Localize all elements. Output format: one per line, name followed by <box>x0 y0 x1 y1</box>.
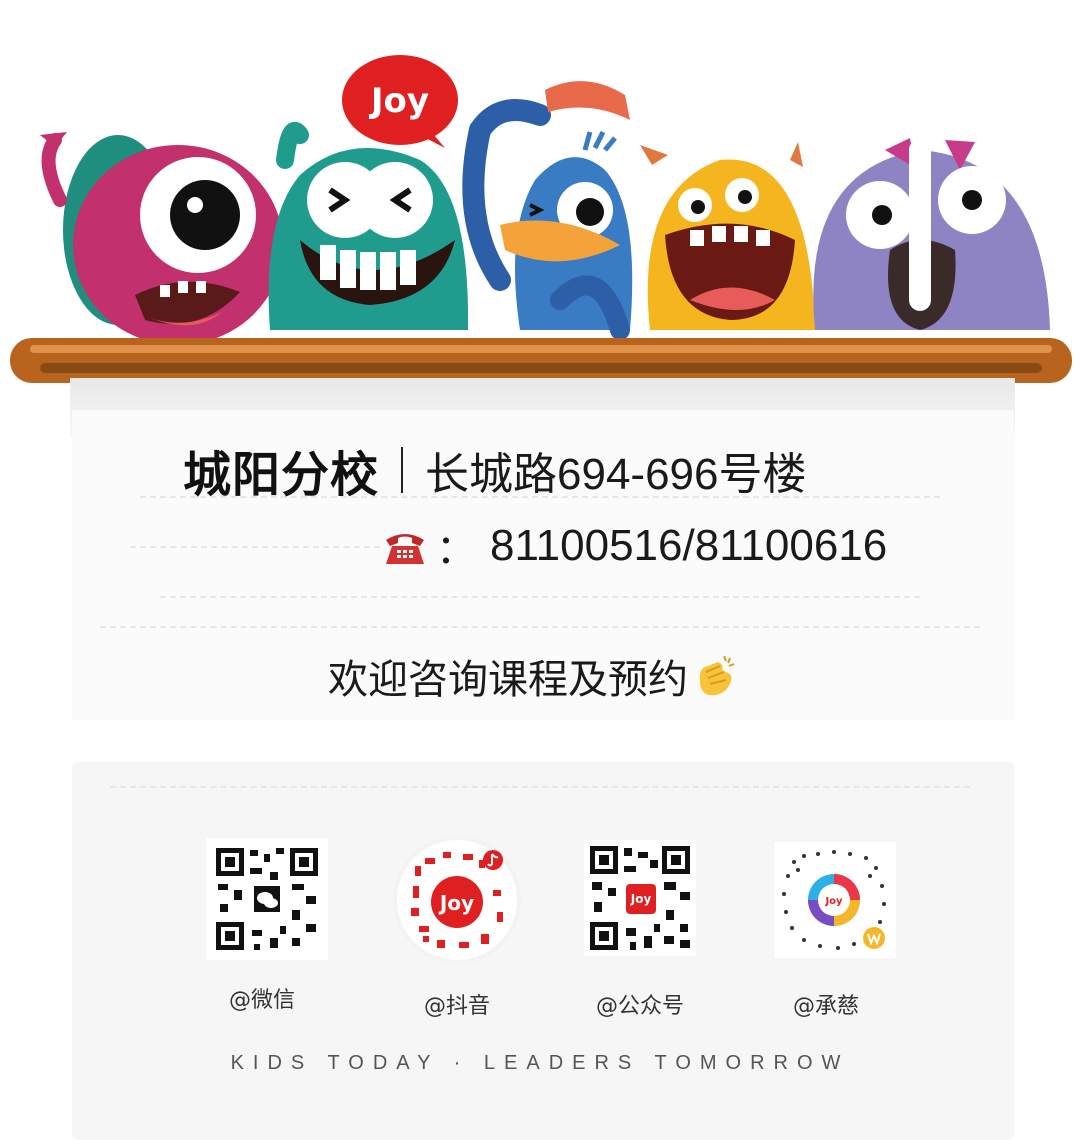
branch-address: 长城路694-696号楼 <box>425 450 807 499</box>
phone-colon: ： <box>436 527 476 573</box>
wechat-label[interactable]: @微信 <box>192 982 332 1014</box>
official-account-qr-code[interactable]: Joy <box>584 840 696 956</box>
branch-info: 城阳分校 长城路694-696号楼 <box>183 440 807 503</box>
dashed-divider <box>130 546 380 548</box>
chengci-label[interactable]: @承慈 <box>756 988 896 1020</box>
joy-logo-bubble: Joy <box>342 55 458 148</box>
teal-monster <box>268 121 469 330</box>
welcome-text: 欢迎咨询课程及预约 <box>328 657 688 703</box>
phone-number[interactable]: 81100516/81100616 <box>490 521 887 571</box>
blue-monster <box>462 81 633 340</box>
svg-text:Joy: Joy <box>630 892 652 906</box>
svg-text:Joy: Joy <box>824 896 843 907</box>
phone-info: ： 81100516/81100616 <box>382 518 887 574</box>
monster-illustration: Joy <box>40 55 1050 345</box>
pink-monster <box>40 132 283 345</box>
dashed-divider <box>160 596 920 598</box>
qr-code-graphic <box>214 846 320 952</box>
separator <box>401 447 404 493</box>
welcome-message: 欢迎咨询课程及预约 <box>328 648 738 704</box>
branch-name: 城阳分校 <box>183 447 380 503</box>
yellow-monster <box>640 142 815 330</box>
qr-code-graphic: Joy <box>397 840 517 960</box>
dashed-divider <box>100 626 980 628</box>
douyin-qr-code[interactable]: Joy <box>393 836 521 964</box>
official-account-label[interactable]: @公众号 <box>570 988 710 1020</box>
slogan: KIDS TODAY · LEADERS TOMORROW <box>230 1052 850 1074</box>
svg-text:Joy: Joy <box>369 81 429 121</box>
chengci-qr-code[interactable]: Joy <box>774 842 896 958</box>
douyin-label[interactable]: @抖音 <box>387 988 527 1020</box>
svg-text:Joy: Joy <box>438 891 474 915</box>
qr-code-graphic: Joy <box>782 850 886 950</box>
purple-monster <box>813 138 1050 330</box>
wechat-qr-code[interactable] <box>206 838 328 960</box>
telephone-icon <box>386 534 424 564</box>
qr-code-graphic: Joy <box>590 846 690 950</box>
clapping-hands-icon <box>699 655 735 696</box>
dashed-divider <box>110 786 970 788</box>
